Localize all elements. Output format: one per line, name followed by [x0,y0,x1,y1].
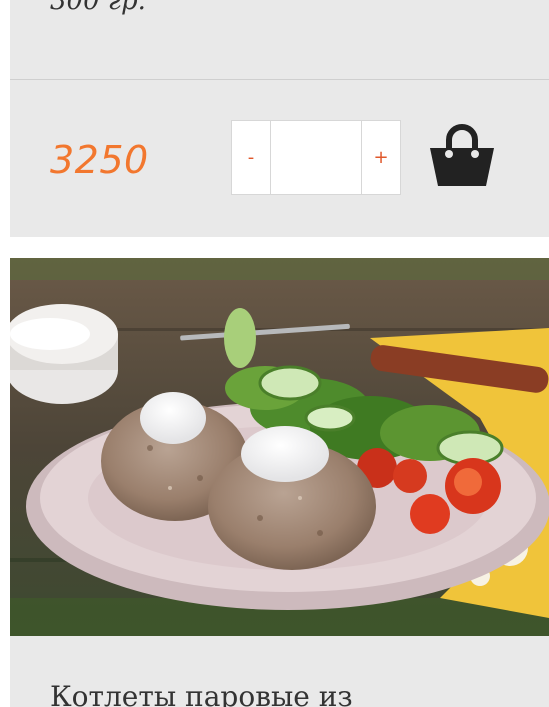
product-list: 300 гр. 3250 - + Котлеты паровые из [0,0,549,707]
product-price: 3250 [50,138,149,182]
add-to-cart-button[interactable] [427,118,497,190]
product-card: 300 гр. 3250 - + [10,0,549,237]
quantity-input[interactable] [270,121,362,194]
product-card: Котлеты паровые из [10,258,549,707]
shopping-bag-icon [430,124,494,186]
cutlets-with-salad-photo[interactable] [10,258,549,636]
product-title[interactable]: Котлеты паровые из [50,680,353,707]
product-weight: 300 гр. [50,0,146,16]
decrement-button[interactable]: - [232,121,270,194]
increment-button[interactable]: + [362,121,400,194]
card-divider [10,79,549,80]
quantity-stepper: - + [231,120,401,195]
